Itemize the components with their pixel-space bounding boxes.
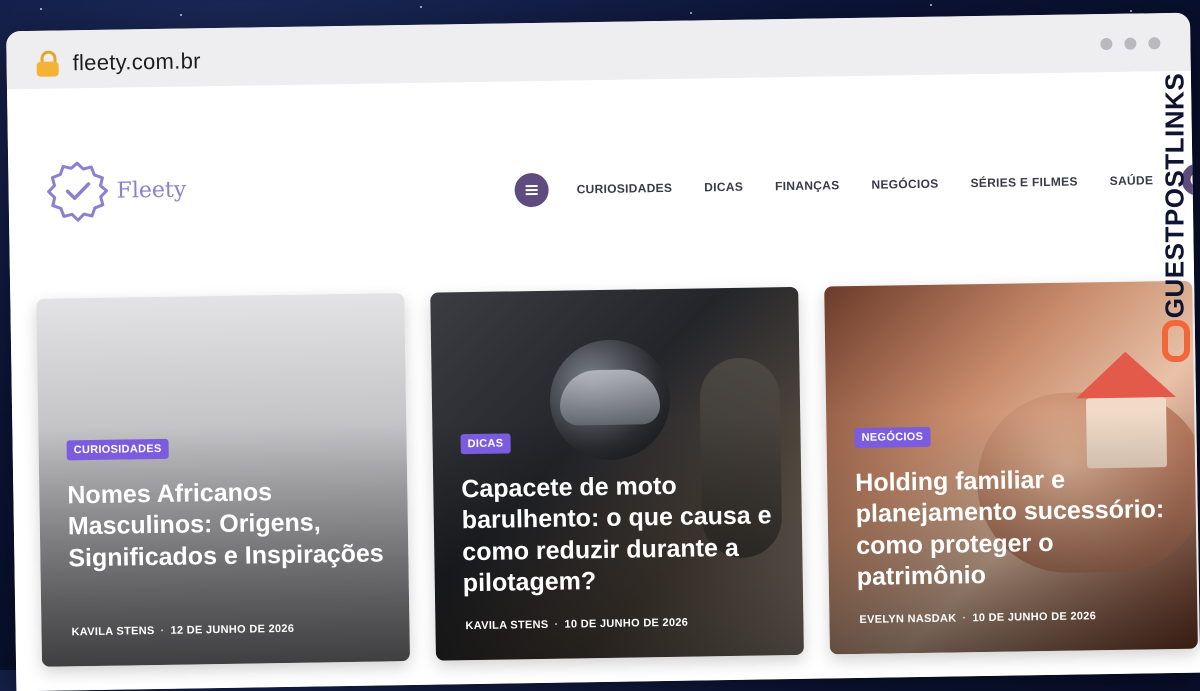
nav-item-negocios[interactable]: NEGÓCIOS (871, 177, 938, 192)
article-author[interactable]: KAVILA STENS (465, 619, 548, 632)
logo-text: Fleety (116, 176, 187, 204)
window-controls (1100, 37, 1161, 51)
nav-item-dicas[interactable]: DICAS (704, 180, 743, 195)
chain-link-icon (1162, 320, 1190, 362)
main-nav: CURIOSIDADES DICAS FINANÇAS NEGÓCIOS SÉR… (514, 162, 1200, 208)
article-date: 12 DE JUNHO DE 2026 (170, 622, 295, 637)
nav-item-series-e-filmes[interactable]: SÉRIES E FILMES (970, 174, 1077, 190)
browser-window: fleety.com.br Fleety CURIOSIDADES DICAS … (6, 12, 1200, 691)
category-tag[interactable]: NEGÓCIOS (854, 426, 931, 449)
window-dot-icon[interactable] (1148, 37, 1161, 50)
page-content: Fleety CURIOSIDADES DICAS FINANÇAS NEGÓC… (6, 70, 1200, 691)
article-date: 10 DE JUNHO DE 2026 (972, 610, 1097, 625)
nav-item-curiosidades[interactable]: CURIOSIDADES (577, 181, 673, 197)
window-dot-icon[interactable] (1124, 37, 1137, 50)
article-title[interactable]: Holding familiar e planejamento sucessór… (855, 463, 1173, 593)
watermark-text: GUESTPOSTLINKS (1159, 72, 1190, 319)
article-author[interactable]: KAVILA STENS (71, 625, 154, 638)
watermark: GUESTPOSTLINKS (1156, 70, 1194, 370)
category-tag[interactable]: CURIOSIDADES (66, 438, 169, 461)
category-tag[interactable]: DICAS (460, 433, 511, 455)
article-date: 10 DE JUNHO DE 2026 (564, 616, 689, 631)
nav-item-saude[interactable]: SAÚDE (1110, 173, 1154, 188)
article-author[interactable]: EVELYN NASDAK (859, 612, 956, 626)
article-card[interactable]: CURIOSIDADES Nomes Africanos Masculinos:… (36, 293, 411, 667)
article-card[interactable]: NEGÓCIOS Holding familiar e planejamento… (824, 280, 1198, 655)
article-title[interactable]: Nomes Africanos Masculinos: Origens, Sig… (67, 475, 384, 574)
nav-item-financas[interactable]: FINANÇAS (775, 178, 840, 193)
lock-icon (36, 50, 59, 77)
window-dot-icon[interactable] (1100, 37, 1113, 51)
article-card[interactable]: DICAS Capacete de moto barulhento: o que… (430, 286, 804, 661)
site-logo[interactable]: Fleety (46, 158, 187, 222)
address-bar[interactable]: fleety.com.br (72, 48, 201, 76)
article-title[interactable]: Capacete de moto barulhento: o que causa… (461, 469, 779, 599)
hamburger-menu-button[interactable] (514, 172, 549, 208)
verified-badge-icon (47, 161, 109, 222)
